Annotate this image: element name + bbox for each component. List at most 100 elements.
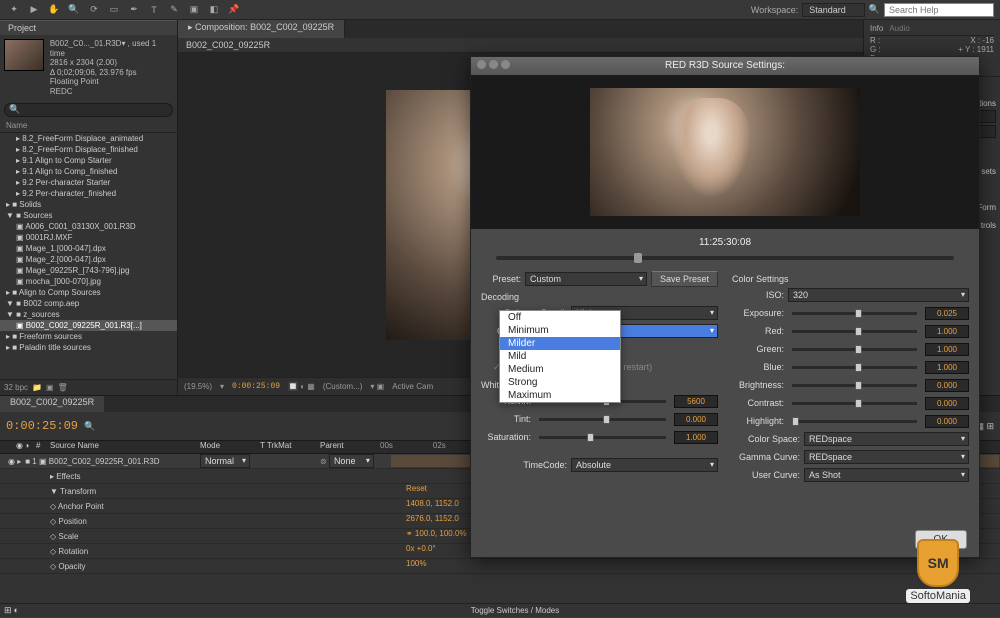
project-item[interactable]: ▸ ■ Freeform sources (0, 331, 177, 342)
selection-tool-icon[interactable]: ▶ (26, 2, 42, 18)
audio-tab[interactable]: Audio (889, 24, 909, 33)
saturation-value[interactable]: 1.000 (674, 431, 718, 444)
property-value[interactable]: 100% (400, 559, 600, 573)
property-label[interactable]: ◇ Anchor Point (0, 499, 400, 513)
property-label[interactable]: ▸ Effects (0, 469, 400, 483)
tint-slider[interactable] (539, 418, 666, 421)
dropdown-option[interactable]: Off (500, 311, 620, 324)
minimize-icon[interactable] (489, 60, 498, 69)
brush-tool-icon[interactable]: ✎ (166, 2, 182, 18)
highlight-slider[interactable] (792, 420, 917, 423)
project-item[interactable]: ▣ A006_C001_03130X_001.R3D (0, 221, 177, 232)
kelvin-value[interactable]: 5600 (674, 395, 718, 408)
usercurve-select[interactable]: As Shot (804, 468, 969, 482)
timecode-select[interactable]: Absolute (571, 458, 718, 472)
timeline-search-icon[interactable]: 🔍 (84, 421, 95, 432)
search-help-input[interactable] (884, 3, 994, 17)
project-item[interactable]: ▸ 8.2_FreeForm Displace_finished (0, 144, 177, 155)
close-icon[interactable] (477, 60, 486, 69)
timeline-scrubber[interactable] (496, 256, 953, 260)
red-slider[interactable] (792, 330, 917, 333)
workspace-select[interactable]: Standard (802, 3, 865, 17)
project-item[interactable]: ▣ B002_C002_09225R_001.R3[...] (0, 320, 177, 331)
project-item[interactable]: ▸ 9.2 Per-character Starter (0, 177, 177, 188)
exposure-value[interactable]: 0.025 (925, 307, 969, 320)
dropdown-option[interactable]: Minimum (500, 324, 620, 337)
project-item[interactable]: ▸ 9.1 Align to Comp_finished (0, 166, 177, 177)
dropdown-option[interactable]: Mild (500, 350, 620, 363)
brightness-slider[interactable] (792, 384, 917, 387)
dropdown-option[interactable]: Milder (500, 337, 620, 350)
project-search-input[interactable]: 🔍 (4, 103, 173, 117)
project-tree[interactable]: ▸ 8.2_FreeForm Displace_animated▸ 8.2_Fr… (0, 133, 177, 379)
toggle-1[interactable]: ⊞ (4, 605, 12, 616)
rotate-tool-icon[interactable]: ⟳ (86, 2, 102, 18)
project-item[interactable]: ▸ ■ Paladin title sources (0, 342, 177, 353)
col-trkmat[interactable]: T TrkMat (260, 441, 320, 453)
iso-select[interactable]: 320 (788, 288, 969, 302)
blend-mode-select[interactable]: Normal (200, 454, 250, 468)
project-item[interactable]: ▣ Mage_1.[000-047].dpx (0, 243, 177, 254)
contrast-value[interactable]: 0.000 (925, 397, 969, 410)
colorspace-select[interactable]: REDspace (804, 432, 969, 446)
timeline-tab[interactable]: B002_C002_09225R (0, 396, 104, 412)
pen-tool-icon[interactable]: ✒ (126, 2, 142, 18)
dropdown-option[interactable]: Maximum (500, 389, 620, 402)
gamma-select[interactable]: REDspace (804, 450, 969, 464)
green-slider[interactable] (792, 348, 917, 351)
dropdown-option[interactable]: Medium (500, 363, 620, 376)
property-label[interactable]: ◇ Position (0, 514, 400, 528)
comp-tab[interactable]: ▸ Composition: B002_C002_09225R (178, 20, 345, 38)
camera-select[interactable]: Active Cam (392, 382, 433, 391)
dialog-title-bar[interactable]: RED R3D Source Settings: (471, 57, 979, 75)
green-value[interactable]: 1.000 (925, 343, 969, 356)
zoom-value[interactable]: (19.5%) (184, 382, 212, 391)
toggle-switches-button[interactable]: Toggle Switches / Modes (30, 604, 1000, 617)
blue-slider[interactable] (792, 366, 917, 369)
save-preset-button[interactable]: Save Preset (651, 271, 718, 287)
trash-icon[interactable]: 🗑 (58, 383, 68, 392)
project-item[interactable]: ▣ mocha_[000-070].jpg (0, 276, 177, 287)
property-label[interactable]: ◇ Opacity (0, 559, 400, 573)
tint-value[interactable]: 0.000 (674, 413, 718, 426)
project-item[interactable]: ▸ 9.2 Per-character_finished (0, 188, 177, 199)
contrast-slider[interactable] (792, 402, 917, 405)
project-item[interactable]: ▸ ■ Align to Comp Sources (0, 287, 177, 298)
red-value[interactable]: 1.000 (925, 325, 969, 338)
name-column-header[interactable]: Name (0, 119, 177, 133)
zoom-icon[interactable] (501, 60, 510, 69)
resolution-select[interactable]: (Custom...) (323, 382, 363, 391)
brightness-value[interactable]: 0.000 (925, 379, 969, 392)
project-item[interactable]: ▸ 8.2_FreeForm Displace_animated (0, 133, 177, 144)
puppet-tool-icon[interactable]: 📌 (226, 2, 242, 18)
rect-tool-icon[interactable]: ▭ (106, 2, 122, 18)
saturation-slider[interactable] (539, 436, 666, 439)
project-item[interactable]: ▣ 0001RJ.MXF (0, 232, 177, 243)
project-item[interactable]: ▸ ■ Solids (0, 199, 177, 210)
property-label[interactable]: ◇ Rotation (0, 544, 400, 558)
layer-1[interactable]: ◉ ▸ ■ 1 ▣ B002_C002_09225R_001.R3D (0, 454, 200, 468)
parent-select[interactable]: None (329, 454, 374, 468)
property-label[interactable]: ▼ Transform (0, 484, 400, 498)
text-tool-icon[interactable]: T (146, 2, 162, 18)
project-item[interactable]: ▸ 9.1 Align to Comp Starter (0, 155, 177, 166)
footage-thumbnail[interactable] (4, 39, 44, 71)
project-item[interactable]: ▣ Mage_09225R_[743-796].jpg (0, 265, 177, 276)
highlight-value[interactable]: 0.000 (925, 415, 969, 428)
info-tab[interactable]: Info (870, 24, 883, 33)
preset-select[interactable]: Custom (525, 272, 647, 286)
new-comp-icon[interactable]: ▣ (46, 383, 54, 392)
comp-breadcrumb[interactable]: B002_C002_09225R (178, 38, 863, 53)
property-label[interactable]: ◇ Scale (0, 529, 400, 543)
timeline-timecode[interactable]: 0:00:25:09 (6, 419, 78, 433)
dropdown-option[interactable]: Strong (500, 376, 620, 389)
col-parent[interactable]: Parent (320, 441, 380, 453)
project-tab[interactable]: Project (0, 20, 177, 35)
bpc-toggle[interactable]: 32 bpc (4, 383, 28, 392)
viewer-time[interactable]: 0:00:25:09 (232, 382, 280, 391)
col-source[interactable]: Source Name (50, 441, 200, 453)
project-item[interactable]: ▼ ■ B002 comp.aep (0, 298, 177, 309)
blue-value[interactable]: 1.000 (925, 361, 969, 374)
new-folder-icon[interactable]: 📁 (32, 383, 42, 392)
col-mode[interactable]: Mode (200, 441, 260, 453)
